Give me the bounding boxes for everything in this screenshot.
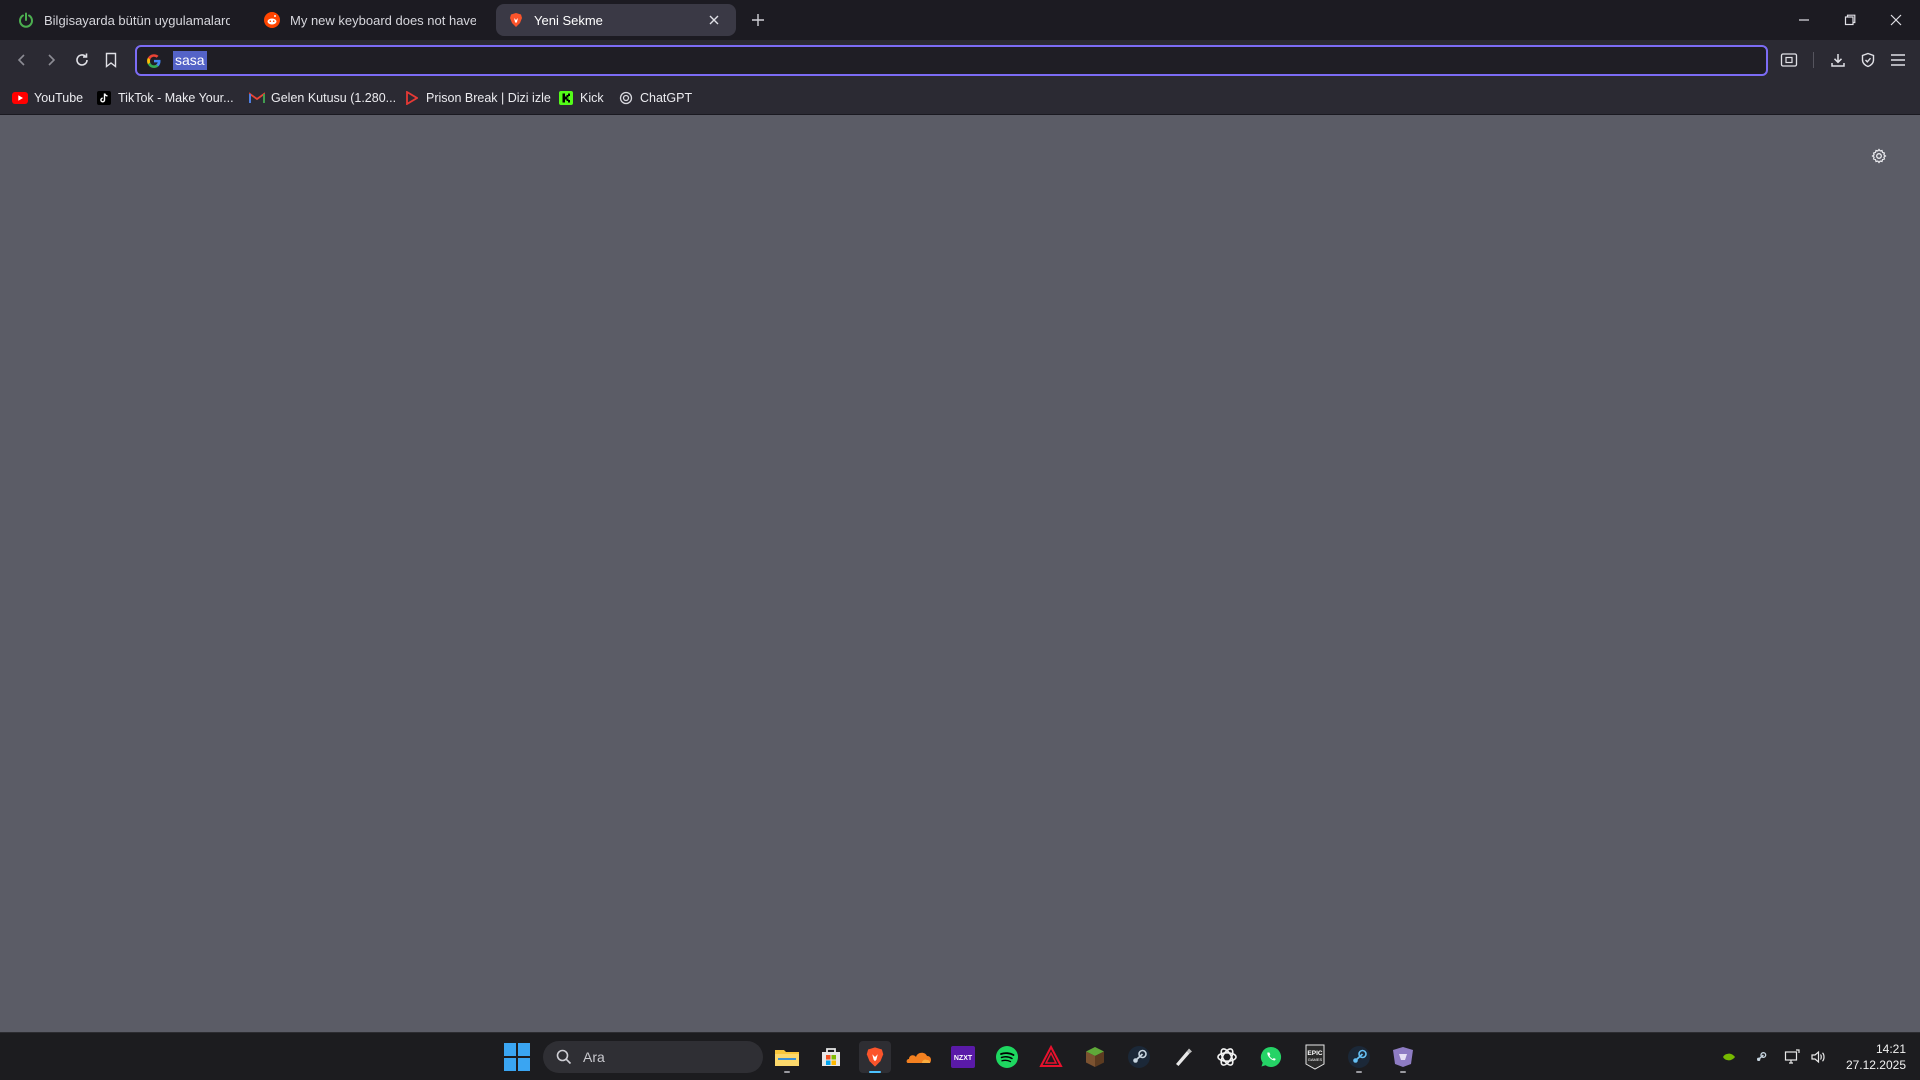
microsoft-store-icon[interactable] [815, 1041, 847, 1073]
search-icon [555, 1048, 573, 1066]
youtube-icon [12, 90, 28, 106]
screenshot-icon[interactable] [1777, 48, 1801, 72]
svg-text:GAMES: GAMES [1308, 1057, 1323, 1062]
tiktok-icon [96, 90, 112, 106]
bookmark-label: Kick [580, 91, 604, 105]
tab-title: My new keyboard does not have a Pr [290, 12, 476, 28]
volume-icon[interactable] [1808, 1047, 1828, 1067]
brave-browser-icon[interactable] [859, 1041, 891, 1073]
steam-icon-2[interactable] [1343, 1041, 1375, 1073]
system-clock[interactable]: 14:21 27.12.2025 [1836, 1041, 1906, 1073]
new-tab-page [0, 116, 1920, 1032]
address-input-selected-text[interactable]: sasa [173, 51, 207, 70]
tab-yeni-sekme[interactable]: Yeni Sekme [496, 4, 736, 36]
spotify-icon[interactable] [991, 1041, 1023, 1073]
tab-title: Bilgisayarda bütün uygulamalardan ç [44, 12, 230, 28]
toolbar-divider [1813, 52, 1814, 68]
restore-button[interactable] [1827, 0, 1873, 40]
address-bar[interactable]: sasa [135, 45, 1768, 76]
taskbar-search[interactable]: Ara [543, 1041, 763, 1073]
bookmark-label: YouTube [34, 91, 84, 105]
minecraft-icon[interactable] [1079, 1041, 1111, 1073]
close-tab-icon[interactable] [704, 10, 724, 30]
new-tab-button[interactable] [746, 8, 770, 32]
steam-icon[interactable] [1123, 1041, 1155, 1073]
app-icon[interactable] [1387, 1041, 1419, 1073]
power-icon [18, 12, 34, 28]
bookmark-label: Gelen Kutusu (1.280... [271, 91, 397, 105]
menu-icon[interactable] [1886, 48, 1910, 72]
close-window-button[interactable] [1873, 0, 1919, 40]
running-indicator [869, 1071, 881, 1073]
tab-strip: Bilgisayarda bütün uygulamalardan ç My n… [0, 0, 1920, 40]
bookmarks-bar: YouTube TikTok - Make Your... Gelen Kutu… [0, 80, 1920, 115]
bookmark-button[interactable] [99, 48, 123, 72]
running-indicator [1400, 1071, 1406, 1073]
bookmark-label: ChatGPT [640, 91, 693, 105]
play-icon [404, 90, 420, 106]
svg-text:EPIC: EPIC [1307, 1050, 1322, 1057]
nzxt-icon[interactable]: NZXT [947, 1041, 979, 1073]
running-indicator [784, 1071, 790, 1073]
bookmark-chatgpt[interactable]: ChatGPT [618, 88, 692, 108]
back-button[interactable] [10, 48, 34, 72]
bookmark-label: Prison Break | Dizi izle [426, 91, 551, 105]
file-explorer-icon[interactable] [771, 1041, 803, 1073]
reload-button[interactable] [70, 48, 94, 72]
cloudflare-icon[interactable] [903, 1041, 935, 1073]
nvidia-tray-icon[interactable] [1719, 1047, 1739, 1067]
bookmark-prison-break[interactable]: Prison Break | Dizi izle [404, 88, 551, 108]
taskbar: Ara NZXT EPIC GAMES 14:21 27.12.2025 [0, 1032, 1920, 1080]
clock-time: 14:21 [1875, 1042, 1906, 1056]
running-indicator [1356, 1071, 1362, 1073]
tab-reddit[interactable]: My new keyboard does not have a Pr [252, 4, 488, 36]
chatgpt-app-icon[interactable] [1211, 1041, 1243, 1073]
whatsapp-icon[interactable] [1255, 1041, 1287, 1073]
tab-title: Yeni Sekme [534, 12, 603, 28]
windows-start-icon[interactable] [504, 1043, 532, 1071]
taskbar-search-label: Ara [583, 1049, 605, 1065]
reddit-icon [264, 12, 280, 28]
armoury-icon[interactable] [1035, 1041, 1067, 1073]
bookmark-tiktok[interactable]: TikTok - Make Your... [96, 88, 234, 108]
epic-games-icon[interactable]: EPIC GAMES [1299, 1041, 1331, 1073]
minimize-button[interactable] [1781, 0, 1827, 40]
bookmark-youtube[interactable]: YouTube [12, 88, 83, 108]
settings-gear-icon[interactable] [1869, 146, 1889, 166]
clock-date: 27.12.2025 [1845, 1058, 1906, 1072]
svg-text:NZXT: NZXT [954, 1055, 973, 1062]
shield-icon[interactable] [1856, 48, 1880, 72]
tab-bilgisayarda[interactable]: Bilgisayarda bütün uygulamalardan ç [6, 4, 242, 36]
steam-tray-icon[interactable] [1751, 1047, 1771, 1067]
kick-icon [558, 90, 574, 106]
chatgpt-icon [618, 90, 634, 106]
network-icon[interactable] [1782, 1047, 1802, 1067]
bookmark-kick[interactable]: Kick [558, 88, 604, 108]
google-icon [145, 52, 163, 70]
forward-button[interactable] [39, 48, 63, 72]
bookmark-gmail[interactable]: Gelen Kutusu (1.280... [249, 88, 396, 108]
download-icon[interactable] [1826, 48, 1850, 72]
brave-icon [508, 12, 524, 28]
gmail-icon [249, 90, 265, 106]
pen-icon[interactable] [1167, 1041, 1199, 1073]
bookmark-label: TikTok - Make Your... [118, 91, 234, 105]
